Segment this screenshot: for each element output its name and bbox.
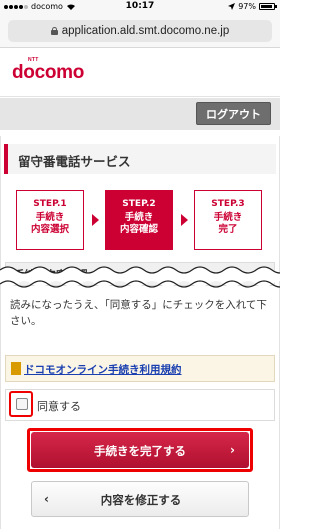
browser-url-bar: application.ald.smt.docomo.ne.jp [0, 14, 280, 48]
step-3: STEP.3 手続き 完了 [194, 190, 262, 250]
status-bar: docomo 10:17 97% [0, 0, 280, 14]
bullet-mark-icon [11, 362, 21, 375]
lock-icon [50, 27, 58, 35]
step-3-line1: 手続き [213, 212, 243, 223]
battery-percent: 97% [238, 2, 256, 11]
step-arrow-icon [92, 214, 99, 226]
url-field[interactable]: application.ald.smt.docomo.ne.jp [8, 20, 272, 42]
logo-word-text: docomo [12, 62, 85, 83]
agree-label[interactable]: 同意する [37, 398, 81, 414]
torn-cut-divider [0, 266, 280, 288]
location-icon [228, 3, 236, 10]
step-arrow-icon [181, 214, 188, 226]
step-3-number: STEP.3 [211, 199, 245, 209]
complete-button-label: 手続きを完了する [94, 444, 186, 458]
agree-checkbox[interactable] [16, 398, 28, 410]
url-text: application.ald.smt.docomo.ne.jp [61, 25, 230, 37]
site-header: NTT docomo [0, 49, 280, 97]
page-title-box: 留守番電話サービス [4, 144, 276, 174]
step-1-line1: 手続き [35, 212, 65, 223]
modify-button-label: 内容を修正する [100, 493, 182, 507]
status-right: 97% [228, 2, 277, 11]
step-2: STEP.2 手続き 内容確認 [105, 190, 173, 250]
page-title: 留守番電話サービス [18, 154, 131, 169]
step-2-number: STEP.2 [122, 199, 156, 209]
logout-button[interactable]: ログアウト [196, 102, 271, 125]
step-indicator: STEP.1 手続き 内容選択 STEP.2 手続き 内容確認 STEP.3 手… [16, 190, 264, 250]
step-1-line2: 内容選択 [30, 224, 69, 235]
modify-button[interactable]: ‹ 内容を修正する [31, 481, 249, 517]
step-1-number: STEP.1 [33, 199, 67, 209]
checkbox-highlight-frame [9, 391, 33, 417]
step-2-line2: 内容確認 [119, 224, 158, 235]
terms-link[interactable]: ドコモオンライン手続き利用規約 [24, 362, 182, 377]
step-2-line1: 手続き [124, 212, 154, 223]
chevron-right-icon: › [230, 443, 235, 457]
battery-icon [259, 3, 277, 10]
account-toolbar: ログアウト [0, 98, 280, 130]
agree-row[interactable]: 同意する [5, 389, 275, 421]
instruction-text: 読みになったうえ、「同意する」にチェックを入れて下さい。 [10, 299, 267, 327]
complete-button[interactable]: 手続きを完了する › [31, 432, 249, 468]
step-1: STEP.1 手続き 内容選択 [16, 190, 84, 250]
terms-box: ドコモオンライン手続き利用規約 [5, 355, 275, 382]
step-3-line2: 完了 [218, 224, 238, 235]
